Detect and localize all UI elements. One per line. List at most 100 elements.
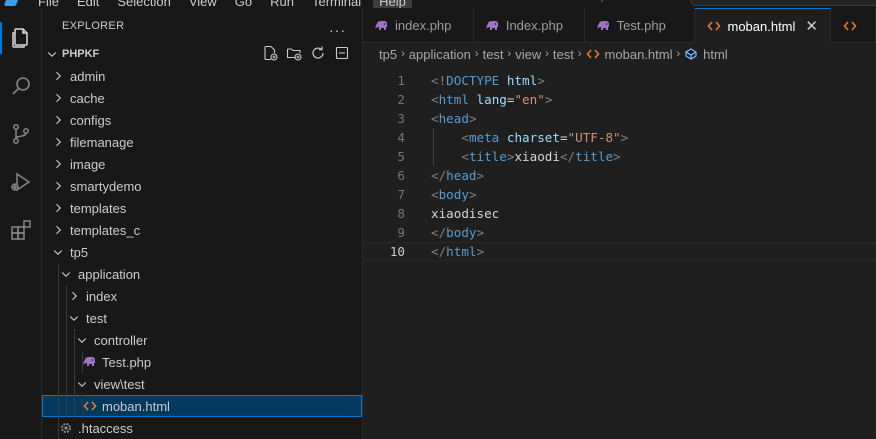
breadcrumb-item[interactable]: test xyxy=(553,47,574,62)
tree-folder-smartydemo[interactable]: smartydemo xyxy=(42,175,362,197)
tree-folder-view-test[interactable]: view\test xyxy=(42,373,362,395)
tab-label: Index.php xyxy=(505,18,563,33)
tab-label: moban.html xyxy=(727,18,796,34)
code-line[interactable]: 9 </body> xyxy=(363,223,876,242)
code-text: </html> xyxy=(431,244,485,259)
refresh-icon[interactable] xyxy=(310,45,326,61)
gear-icon xyxy=(58,420,74,436)
tree-item-label: cache xyxy=(70,90,105,106)
menu-edit[interactable]: Edit xyxy=(77,0,99,8)
tree-indent-guide xyxy=(58,395,59,417)
tree-folder-controller[interactable]: controller xyxy=(42,329,362,351)
breadcrumb-label: test xyxy=(552,46,574,62)
tree-item-label: templates_c xyxy=(70,222,141,238)
tree-file--htaccess[interactable]: .htaccess xyxy=(42,417,362,439)
explorer-icon[interactable] xyxy=(0,18,42,58)
line-number: 9 xyxy=(397,225,405,240)
menu-file[interactable]: File xyxy=(38,0,59,8)
code-line[interactable]: 1 <!DOCTYPE html> xyxy=(363,71,876,90)
breadcrumb-label: tp5 xyxy=(379,46,398,62)
menu-go[interactable]: Go xyxy=(235,0,252,8)
breadcrumb: tp5 › application › test › view › test › moban.htm… xyxy=(363,43,876,65)
tree-item-label: test xyxy=(86,310,107,326)
tree-indent-guide xyxy=(58,285,59,307)
tree-folder-cache[interactable]: cache xyxy=(42,87,362,109)
tree-item-label: templates xyxy=(70,200,127,216)
explorer-title: EXPLORER xyxy=(62,19,125,32)
breadcrumb-separator: › xyxy=(474,48,479,60)
chevron-right-icon xyxy=(50,200,66,216)
collapse-all-icon[interactable] xyxy=(334,45,350,61)
tree-item-label: admin xyxy=(70,68,106,84)
editor-tab[interactable]: index.php xyxy=(363,8,474,43)
tree-folder-tp5[interactable]: tp5 xyxy=(42,241,362,263)
command-center[interactable] xyxy=(690,0,876,6)
tree-folder-test[interactable]: test xyxy=(42,307,362,329)
breadcrumb-item[interactable]: html xyxy=(684,47,728,62)
tree-indent-guide xyxy=(58,417,59,439)
menu-view[interactable]: View xyxy=(189,0,217,8)
code-line[interactable]: 10 </html> xyxy=(363,242,876,261)
breadcrumb-label: test xyxy=(482,46,504,62)
breadcrumb-item[interactable]: moban.html xyxy=(585,47,672,62)
code-line[interactable]: 3 <head> xyxy=(363,109,876,128)
breadcrumb-item[interactable]: test xyxy=(483,47,504,62)
breadcrumb-item[interactable]: application xyxy=(409,47,471,62)
tree-file-test-php[interactable]: Test.php xyxy=(42,351,362,373)
tree-indent-guide xyxy=(58,263,59,285)
tree-folder-filemanage[interactable]: filemanage xyxy=(42,131,362,153)
editor-tab[interactable]: Index.php xyxy=(474,8,585,43)
code-line[interactable]: 6 </head> xyxy=(363,166,876,185)
tree-folder-index[interactable]: index xyxy=(42,285,362,307)
breadcrumb-separator: › xyxy=(676,48,681,60)
extensions-icon[interactable] xyxy=(0,210,42,250)
nav-forward-icon[interactable]: › xyxy=(600,0,604,6)
tree-folder-application[interactable]: application xyxy=(42,263,362,285)
more-actions-icon[interactable]: ··· xyxy=(329,22,346,38)
menu-selection[interactable]: Selection xyxy=(117,0,170,8)
menu-run[interactable]: Run xyxy=(270,0,294,8)
code-line[interactable]: 4 <meta charset="UTF-8"> xyxy=(363,128,876,147)
tree-folder-image[interactable]: image xyxy=(42,153,362,175)
breadcrumb-item[interactable]: view xyxy=(515,47,541,62)
tree-indent-guide xyxy=(74,329,75,351)
chevron-down-icon xyxy=(66,310,82,326)
editor-tab[interactable]: moban.html ✕ xyxy=(695,8,831,43)
editor-tab[interactable]: Test.php xyxy=(585,8,696,43)
new-folder-icon[interactable] xyxy=(286,45,302,61)
tree-folder-configs[interactable]: configs xyxy=(42,109,362,131)
breadcrumb-item[interactable]: tp5 xyxy=(379,47,397,62)
tree-item-label: moban.html xyxy=(102,398,170,414)
tree-folder-templates[interactable]: templates xyxy=(42,197,362,219)
menu-help[interactable]: Help xyxy=(373,0,412,8)
code-line[interactable]: 5 <title>xiaodi</title> xyxy=(363,147,876,166)
tree-file-moban-html[interactable]: moban.html xyxy=(42,395,362,417)
line-number: 1 xyxy=(397,73,405,88)
editor-tab[interactable] xyxy=(831,8,876,43)
search-icon[interactable] xyxy=(0,66,42,106)
tree-item-label: .htaccess xyxy=(78,420,133,436)
menu-terminal[interactable]: Terminal xyxy=(312,0,361,8)
explorer-header: EXPLORER ··· xyxy=(42,8,362,43)
line-number: 6 xyxy=(397,168,405,183)
chevron-right-icon xyxy=(50,90,66,106)
symbol-element-icon xyxy=(684,47,698,61)
close-icon[interactable]: ✕ xyxy=(805,17,818,35)
code-line[interactable]: 2 <html lang="en"> xyxy=(363,90,876,109)
run-debug-icon[interactable] xyxy=(0,162,42,202)
chevron-right-icon xyxy=(66,288,82,304)
breadcrumb-label: html xyxy=(703,46,728,62)
breadcrumb-separator: › xyxy=(401,48,405,60)
chevron-down-icon xyxy=(74,376,90,392)
tree-indent-guide xyxy=(66,395,67,417)
tree-folder-admin[interactable]: admin xyxy=(42,65,362,87)
code-editor[interactable]: 1 <!DOCTYPE html> 2 <html lang="en"> 3 <head>… xyxy=(363,71,876,439)
code-line[interactable]: 7 <body> xyxy=(363,185,876,204)
new-file-icon[interactable] xyxy=(262,45,278,61)
workspace-section-header[interactable]: PHPKF xyxy=(42,43,362,65)
source-control-icon[interactable] xyxy=(0,114,42,154)
tree-item-label: view\test xyxy=(94,376,145,392)
code-line[interactable]: 8 xiaodisec xyxy=(363,204,876,223)
activity-bar xyxy=(0,8,42,439)
tree-folder-templates-c[interactable]: templates_c xyxy=(42,219,362,241)
